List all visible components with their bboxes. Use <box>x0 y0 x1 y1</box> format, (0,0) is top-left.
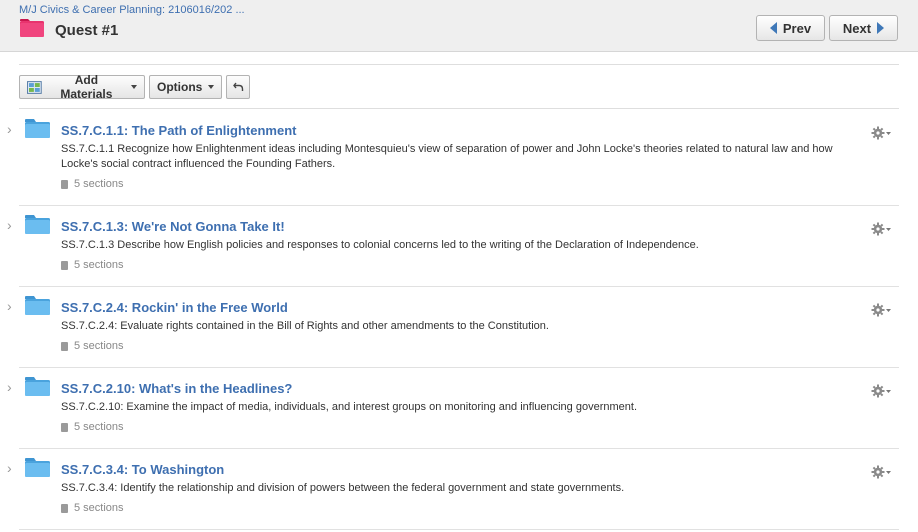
sections-label: 5 sections <box>74 178 124 190</box>
next-button[interactable]: Next <box>829 15 898 41</box>
sections-icon <box>61 341 68 351</box>
item-title-link[interactable]: SS.7.C.2.4: Rockin' in the Free World <box>61 300 288 315</box>
folder-icon <box>24 295 51 316</box>
item-title-link[interactable]: SS.7.C.1.1: The Path of Enlightenment <box>61 123 296 138</box>
divider <box>19 286 899 287</box>
sections-label: 5 sections <box>74 502 124 514</box>
item-description: SS.7.C.1.1 Recognize how Enlightenment i… <box>61 143 833 170</box>
chevron-right-icon[interactable]: › <box>7 460 12 476</box>
chevron-right-icon[interactable]: › <box>7 217 12 233</box>
item-description: SS.7.C.1.3 Describe how English policies… <box>61 239 699 251</box>
page-header: M/J Civics & Career Planning: 2106016/20… <box>0 0 918 52</box>
sections-icon <box>61 503 68 513</box>
gear-icon[interactable] <box>871 222 893 236</box>
sections-icon <box>61 179 68 189</box>
breadcrumb[interactable]: M/J Civics & Career Planning: 2106016/20… <box>19 4 245 16</box>
item-title-link[interactable]: SS.7.C.3.4: To Washington <box>61 462 224 477</box>
item-title-link[interactable]: SS.7.C.2.10: What's in the Headlines? <box>61 381 292 396</box>
folder-icon <box>24 118 51 139</box>
sections-count: 5 sections <box>61 502 124 514</box>
options-label: Options <box>157 80 203 94</box>
sections-label: 5 sections <box>74 421 124 433</box>
gear-icon[interactable] <box>871 384 893 398</box>
item-description: SS.7.C.3.4: Identify the relationship an… <box>61 482 625 494</box>
arrow-left-icon <box>769 22 777 34</box>
divider <box>19 367 899 368</box>
arrow-right-icon <box>877 22 885 34</box>
add-materials-button[interactable]: Add Materials <box>19 73 145 101</box>
prev-label: Prev <box>782 20 812 36</box>
next-label: Next <box>842 20 872 36</box>
sections-label: 5 sections <box>74 259 124 271</box>
folder-icon <box>24 214 51 235</box>
sections-count: 5 sections <box>61 178 124 190</box>
folder-icon <box>24 376 51 397</box>
item-description: SS.7.C.2.10: Examine the impact of media… <box>61 401 637 413</box>
sections-label: 5 sections <box>74 340 124 352</box>
page-title: Quest #1 <box>55 22 119 39</box>
chevron-right-icon[interactable]: › <box>7 121 12 137</box>
sections-count: 5 sections <box>61 259 124 271</box>
folder-icon <box>20 19 44 37</box>
prev-button[interactable]: Prev <box>756 15 825 41</box>
undo-button[interactable] <box>226 75 250 99</box>
divider <box>19 64 899 65</box>
add-materials-label: Add Materials <box>60 73 113 101</box>
gear-icon[interactable] <box>871 126 893 140</box>
divider <box>19 205 899 206</box>
divider <box>19 529 899 530</box>
divider <box>19 108 899 109</box>
folder-icon <box>24 457 51 478</box>
gear-icon[interactable] <box>871 465 893 479</box>
item-title-link[interactable]: SS.7.C.1.3: We're Not Gonna Take It! <box>61 219 285 234</box>
chevron-down-icon <box>131 85 137 89</box>
sections-count: 5 sections <box>61 421 124 433</box>
undo-icon <box>232 82 243 91</box>
item-description: SS.7.C.2.4: Evaluate rights contained in… <box>61 320 549 332</box>
add-materials-icon <box>27 80 42 94</box>
gear-icon[interactable] <box>871 303 893 317</box>
sections-count: 5 sections <box>61 340 124 352</box>
chevron-right-icon[interactable]: › <box>7 379 12 395</box>
sections-icon <box>61 422 68 432</box>
options-button[interactable]: Options <box>149 75 222 99</box>
divider <box>19 448 899 449</box>
chevron-right-icon[interactable]: › <box>7 298 12 314</box>
chevron-down-icon <box>208 85 215 89</box>
sections-icon <box>61 260 68 270</box>
